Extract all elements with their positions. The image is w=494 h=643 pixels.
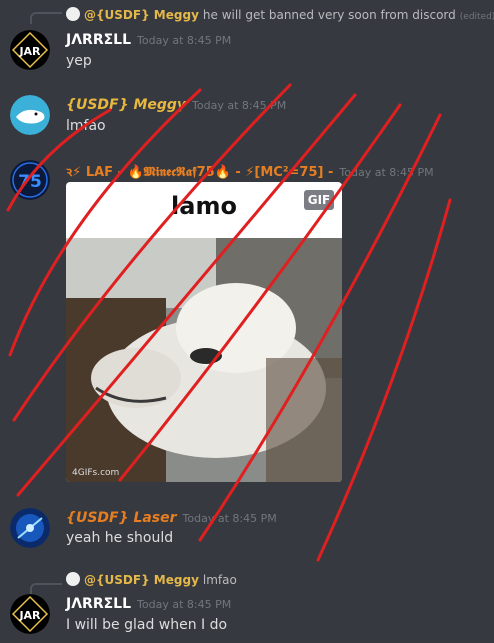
svg-text:JAR: JAR: [18, 609, 41, 622]
reply-connector: [30, 12, 62, 24]
reply-avatar-icon: [66, 7, 80, 21]
reply-preview[interactable]: @{USDF} Meggy he will get banned very soo…: [66, 7, 494, 22]
reply-text: lmfao: [202, 573, 237, 587]
author-label[interactable]: {USDF} Meggy: [66, 97, 186, 113]
author-name[interactable]: ꝛ⚡ LAF - 🔥𝕸𝖎𝖓𝖊𝖈𝕽𝖆𝖋75🔥 - ⚡[MC²=75] - Today…: [66, 162, 434, 180]
gif-badge: GIF: [304, 190, 334, 210]
laser-avatar-icon[interactable]: [10, 508, 50, 548]
jar-avatar-icon[interactable]: JAR: [10, 30, 50, 70]
75-avatar-icon[interactable]: 75: [10, 160, 50, 200]
reply-author[interactable]: @{USDF} Meggy: [84, 8, 199, 22]
gif-watermark: 4GIFs.com: [72, 468, 120, 478]
reply-preview[interactable]: @{USDF} Meggy lmfao: [66, 572, 237, 587]
timestamp: Today at 8:45 PM: [137, 598, 232, 611]
reply-text: he will get banned very soon from discor…: [202, 8, 456, 22]
llama-gif-image[interactable]: 4GIFs.com: [66, 238, 342, 482]
reply-avatar-icon: [66, 572, 80, 586]
author-label[interactable]: ꝛ⚡ LAF - 🔥𝕸𝖎𝖓𝖊𝖈𝕽𝖆𝖋75🔥 - ⚡[MC²=75] -: [66, 165, 333, 180]
chat-window: @{USDF} Meggy he will get banned very soo…: [0, 0, 494, 643]
message-text: yeah he should: [66, 530, 174, 546]
message-text: yep: [66, 53, 92, 69]
author-name[interactable]: {USDF} Meggy Today at 8:45 PM: [66, 97, 286, 113]
author-name[interactable]: JΛRRΣLL Today at 8:45 PM: [66, 596, 231, 612]
author-label[interactable]: {USDF} Laser: [66, 510, 177, 526]
timestamp: Today at 8:45 PM: [182, 512, 277, 525]
timestamp: Today at 8:45 PM: [137, 34, 232, 47]
whale-avatar-icon[interactable]: [10, 95, 50, 135]
reply-author[interactable]: @{USDF} Meggy: [84, 573, 199, 587]
svg-text:JAR: JAR: [18, 45, 41, 58]
author-label[interactable]: JΛRRΣLL: [66, 596, 131, 612]
reply-connector: [30, 583, 62, 595]
author-name[interactable]: {USDF} Laser Today at 8:45 PM: [66, 510, 277, 526]
jar-avatar-icon[interactable]: JAR: [10, 594, 50, 634]
edited-tag: (edited): [459, 12, 494, 22]
author-label[interactable]: JΛRRΣLL: [66, 32, 131, 48]
author-name[interactable]: JΛRRΣLL Today at 8:45 PM: [66, 32, 231, 48]
message-text: I will be glad when I do: [66, 617, 228, 633]
svg-text:75: 75: [18, 172, 42, 192]
timestamp: Today at 8:45 PM: [339, 166, 434, 179]
timestamp: Today at 8:45 PM: [192, 99, 287, 112]
gif-embed[interactable]: lamo GIF 4GIFs.com: [66, 182, 342, 482]
gif-caption: lamo: [171, 192, 237, 220]
message-text: lmfao: [66, 118, 106, 134]
